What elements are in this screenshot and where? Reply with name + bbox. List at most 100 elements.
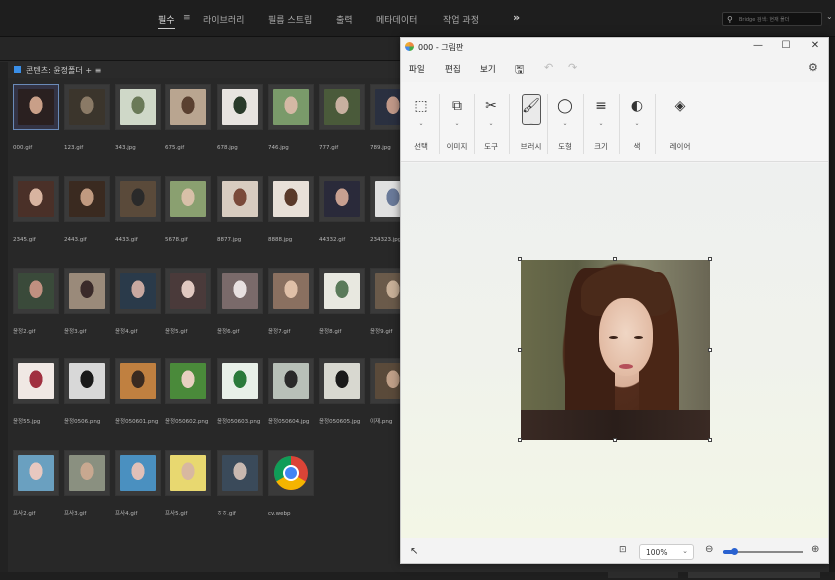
search-dropdown-icon[interactable]: ⌄ xyxy=(826,12,833,21)
workspace-tab-library[interactable]: 라이브러리 xyxy=(203,13,244,26)
resize-handle-ml[interactable] xyxy=(518,348,522,352)
file-thumbnail[interactable] xyxy=(319,84,365,130)
settings-icon[interactable]: ⚙ xyxy=(808,61,818,74)
menu-file[interactable]: 파일 xyxy=(409,63,425,75)
menu-edit[interactable]: 편집 xyxy=(445,63,461,75)
zoom-select[interactable]: 100% ⌄ xyxy=(639,544,694,560)
redo-icon[interactable]: ↷ xyxy=(568,61,577,74)
file-thumbnail[interactable] xyxy=(165,450,211,496)
file-thumbnail[interactable] xyxy=(268,84,314,130)
thumbnail-image xyxy=(170,181,206,217)
save-icon[interactable]: 🖫 xyxy=(515,61,524,80)
file-thumbnail[interactable] xyxy=(319,268,365,314)
resize-handle-tl[interactable] xyxy=(518,257,522,261)
file-thumbnail[interactable] xyxy=(165,176,211,222)
file-thumbnail[interactable] xyxy=(115,450,161,496)
file-thumbnail[interactable] xyxy=(64,176,110,222)
file-thumbnail[interactable] xyxy=(13,84,59,130)
file-thumbnail[interactable] xyxy=(319,358,365,404)
search-icon: ⚲ xyxy=(727,15,733,24)
file-thumbnail[interactable] xyxy=(217,268,263,314)
maximize-button[interactable]: ☐ xyxy=(776,40,796,51)
file-name-label: 746.jpg xyxy=(268,145,289,151)
file-thumbnail[interactable] xyxy=(13,358,59,404)
file-thumbnail[interactable] xyxy=(13,176,59,222)
workspace-menu-icon[interactable]: ≡ xyxy=(183,13,191,23)
zoom-slider-knob[interactable] xyxy=(731,548,739,555)
file-thumbnail[interactable] xyxy=(165,358,211,404)
thumbnail-image xyxy=(324,363,360,399)
undo-icon[interactable]: ↶ xyxy=(544,61,553,74)
file-thumbnail[interactable] xyxy=(115,176,161,222)
file-thumbnail[interactable] xyxy=(217,84,263,130)
file-thumbnail[interactable] xyxy=(217,450,263,496)
file-thumbnail[interactable] xyxy=(13,268,59,314)
resize-handle-tr[interactable] xyxy=(708,257,712,261)
workspace-tab-filmstrip[interactable]: 필름 스트립 xyxy=(268,13,312,26)
more-workspaces-button[interactable]: » xyxy=(513,11,520,24)
resize-handle-br[interactable] xyxy=(708,438,712,442)
ribbon-group-select[interactable]: ⬚ ⌄ 선택 xyxy=(406,82,436,162)
resize-handle-mr[interactable] xyxy=(708,348,712,352)
thumbnail-size-field[interactable] xyxy=(688,572,820,578)
resize-handle-tc[interactable] xyxy=(613,257,617,261)
workspace-tab-keywords[interactable]: 작업 과정 xyxy=(443,13,479,26)
zoom-in-icon[interactable]: ⊕ xyxy=(811,544,819,555)
ribbon-group-color[interactable]: ◐ ⌄ 색 xyxy=(622,82,652,162)
thumbnail-image xyxy=(170,273,206,309)
file-thumbnail[interactable] xyxy=(268,358,314,404)
workspace-tab-metadata[interactable]: 메타데이터 xyxy=(376,13,417,26)
file-thumbnail[interactable] xyxy=(165,268,211,314)
chevron-down-icon[interactable]: ⌄ xyxy=(586,120,616,127)
thumbnail-image xyxy=(273,181,309,217)
ribbon-group-image[interactable]: ⧉ ⌄ 이미지 xyxy=(441,82,473,162)
workspace-tab-essentials[interactable]: 필수 xyxy=(158,13,175,29)
resize-handle-bl[interactable] xyxy=(518,438,522,442)
workspace-tab-output[interactable]: 출력 xyxy=(336,13,353,26)
file-thumbnail[interactable] xyxy=(268,176,314,222)
file-thumbnail[interactable] xyxy=(165,84,211,130)
panel-menu-icon[interactable]: ≡ xyxy=(95,66,102,75)
canvas-area[interactable] xyxy=(401,163,828,538)
file-thumbnail[interactable] xyxy=(115,358,161,404)
ribbon-separator xyxy=(583,94,584,154)
file-thumbnail[interactable] xyxy=(217,358,263,404)
zoom-slider[interactable] xyxy=(723,548,803,555)
chevron-down-icon[interactable]: ⌄ xyxy=(406,120,436,127)
zoom-out-icon[interactable]: ⊖ xyxy=(705,544,713,555)
resize-handle-bc[interactable] xyxy=(613,438,617,442)
menu-view[interactable]: 보기 xyxy=(480,63,496,75)
file-thumbnail[interactable] xyxy=(115,268,161,314)
chevron-down-icon[interactable]: ⌄ xyxy=(550,120,580,127)
minimize-button[interactable]: — xyxy=(748,40,768,51)
chevron-down-icon[interactable]: ⌄ xyxy=(622,120,652,127)
add-panel-icon[interactable]: + xyxy=(85,66,92,75)
bridge-search-input[interactable]: ⚲ Bridge 검색: 현재 폴더 xyxy=(722,12,822,26)
ribbon-group-tools[interactable]: ✂ ⌄ 도구 xyxy=(476,82,506,162)
content-panel-title[interactable]: 콘텐츠: 윤정폴더 + ≡ xyxy=(26,65,101,76)
file-thumbnail[interactable] xyxy=(64,84,110,130)
file-thumbnail[interactable] xyxy=(319,176,365,222)
close-button[interactable]: ✕ xyxy=(805,40,825,51)
ribbon-group-layers[interactable]: ◈ 레이어 xyxy=(663,82,697,162)
file-thumbnail[interactable] xyxy=(217,176,263,222)
paint-titlebar: 000 - 그림판 — ☐ ✕ xyxy=(401,38,828,56)
canvas-image[interactable] xyxy=(521,260,710,440)
file-thumbnail[interactable] xyxy=(268,450,314,496)
chevron-down-icon[interactable]: ⌄ xyxy=(513,120,549,127)
file-thumbnail[interactable] xyxy=(64,358,110,404)
file-thumbnail[interactable] xyxy=(268,268,314,314)
thumbnail-image xyxy=(18,89,54,125)
file-thumbnail[interactable] xyxy=(13,450,59,496)
file-thumbnail[interactable] xyxy=(64,268,110,314)
ribbon-label: 색 xyxy=(633,142,641,151)
ribbon-group-shapes[interactable]: ◯ ⌄ 도형 xyxy=(550,82,580,162)
file-thumbnail[interactable] xyxy=(115,84,161,130)
file-thumbnail[interactable] xyxy=(64,450,110,496)
chevron-down-icon[interactable]: ⌄ xyxy=(441,120,473,127)
layers-icon: ◈ xyxy=(674,98,686,114)
ribbon-group-brush[interactable]: 🖌 ⌄ 브러시 xyxy=(513,82,549,162)
ribbon-group-size[interactable]: ≡ ⌄ 크기 xyxy=(586,82,616,162)
fit-to-window-icon[interactable]: ⊡ xyxy=(619,545,627,555)
chevron-down-icon[interactable]: ⌄ xyxy=(476,120,506,127)
